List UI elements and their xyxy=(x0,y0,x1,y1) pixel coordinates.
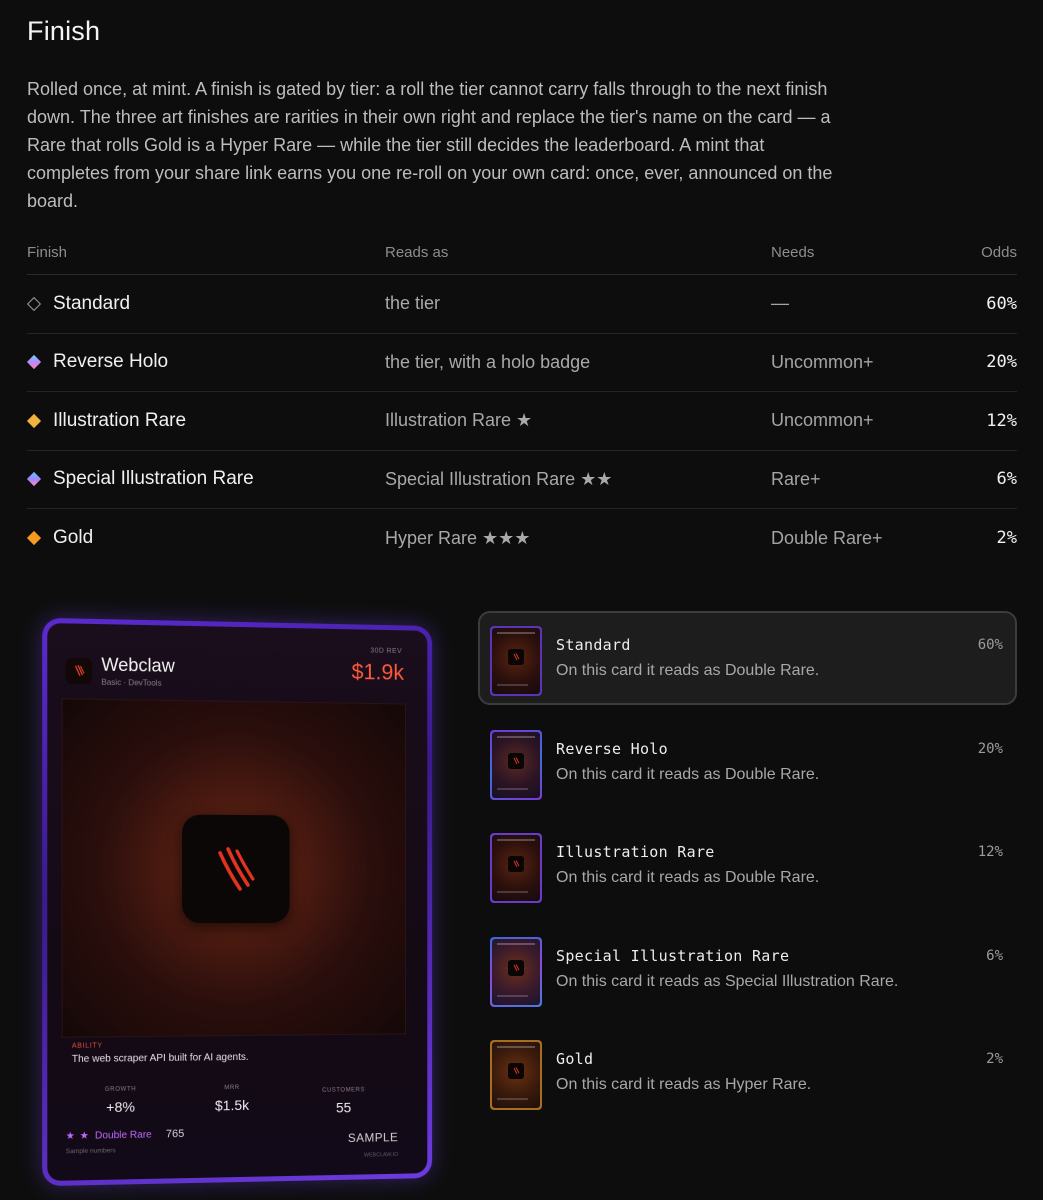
claw-icon xyxy=(508,1063,524,1080)
option-odds: 20% xyxy=(977,740,1003,757)
header-needs: Needs xyxy=(771,243,815,261)
card-revenue: $1.9k xyxy=(351,659,405,685)
table-row: Illustration Rare Illustration Rare ★ Un… xyxy=(26,392,1017,451)
row-finish-name: Gold xyxy=(53,527,94,549)
finish-option-gold[interactable]: Gold On this card it reads as Hyper Rare… xyxy=(478,1025,1017,1119)
diamond-orange-icon xyxy=(26,531,42,546)
claw-icon xyxy=(182,814,290,923)
row-odds: 6% xyxy=(996,469,1017,490)
ability-text: The web scraper API built for AI agents. xyxy=(71,1051,249,1066)
card-thumbnail xyxy=(490,729,542,800)
row-finish-name: Special Illustration Rare xyxy=(53,468,254,490)
option-description: On this card it reads as Double Rare. xyxy=(556,765,820,783)
claw-icon xyxy=(65,657,93,685)
option-name: Special Illustration Rare xyxy=(556,946,790,965)
card-code: WEBCLAW.IO xyxy=(363,1151,399,1159)
card-preview: Webclaw Basic · DevTools 30D REV $1.9k A… xyxy=(42,617,433,1187)
finish-option-standard[interactable]: Standard On this card it reads as Double… xyxy=(478,611,1017,705)
stat-label: MRR xyxy=(224,1085,240,1092)
option-name: Standard xyxy=(556,636,631,654)
finish-option-illustration-rare[interactable]: Illustration Rare On this card it reads … xyxy=(478,818,1017,912)
row-odds: 60% xyxy=(986,293,1017,314)
row-needs: Uncommon+ xyxy=(771,410,874,431)
card-serial: 765 xyxy=(165,1127,185,1141)
option-odds: 6% xyxy=(986,947,1003,964)
option-description: On this card it reads as Special Illustr… xyxy=(556,972,899,990)
stat-growth: GROWTH +8% xyxy=(80,1086,161,1115)
table-row: Reverse Holo the tier, with a holo badge… xyxy=(26,334,1017,392)
card-thumbnail xyxy=(490,833,542,903)
sample-tag: SAMPLE xyxy=(347,1130,399,1146)
section-title: Finish xyxy=(27,16,101,46)
stat-value: +8% xyxy=(106,1098,135,1116)
stat-label: GROWTH xyxy=(104,1086,137,1093)
finish-table: Finish Reads as Needs Odds Standard the … xyxy=(26,236,1017,568)
row-reads-as: the tier, with a holo badge xyxy=(385,351,591,372)
card-frame: Webclaw Basic · DevTools 30D REV $1.9k A… xyxy=(42,617,433,1187)
table-header: Finish Reads as Needs Odds xyxy=(27,236,1017,275)
row-needs: Double Rare+ xyxy=(771,527,883,548)
row-reads-as: Hyper Rare ★★★ xyxy=(385,527,531,548)
finish-option-special-illustration-rare[interactable]: Special Illustration Rare On this card i… xyxy=(478,922,1017,1016)
row-odds: 20% xyxy=(986,352,1017,373)
claw-icon xyxy=(508,856,524,873)
diamond-holo-icon xyxy=(26,355,42,370)
finish-option-reverse-holo[interactable]: Reverse Holo On this card it reads as Do… xyxy=(478,715,1017,809)
diamond-yellow-icon xyxy=(26,413,42,428)
option-name: Gold xyxy=(556,1050,594,1068)
card-thumbnail xyxy=(490,626,542,696)
stat-label: CUSTOMERS xyxy=(322,1087,365,1094)
stat-value: $1.5k xyxy=(214,1096,250,1114)
option-name: Illustration Rare xyxy=(556,843,715,861)
ability-label: ABILITY xyxy=(71,1042,103,1050)
section-description: Rolled once, at mint. A finish is gated … xyxy=(27,79,833,211)
stat-mrr: MRR $1.5k xyxy=(192,1085,272,1114)
row-reads-as: the tier xyxy=(385,293,441,314)
stat-customers: CUSTOMERS 55 xyxy=(304,1087,382,1116)
header-odds: Odds xyxy=(981,243,1017,261)
table-row: Special Illustration Rare Special Illust… xyxy=(26,451,1017,509)
rarity-row: ★ ★ Double Rare 765 xyxy=(66,1128,185,1142)
card-rev-label: 30D REV xyxy=(370,647,403,656)
card-thumbnail xyxy=(490,936,542,1007)
row-needs: Uncommon+ xyxy=(771,351,874,372)
card-art xyxy=(61,698,406,1038)
row-odds: 2% xyxy=(996,528,1017,549)
option-description: On this card it reads as Double Rare. xyxy=(556,662,820,679)
table-row: Gold Hyper Rare ★★★ Double Rare+ 2% xyxy=(26,509,1017,568)
option-odds: 12% xyxy=(977,844,1003,860)
row-needs: — xyxy=(771,293,789,314)
claw-icon xyxy=(508,752,524,769)
row-finish-name: Standard xyxy=(53,292,131,314)
rarity-label: Double Rare xyxy=(94,1128,152,1142)
claw-icon xyxy=(508,649,524,666)
option-odds: 2% xyxy=(986,1051,1003,1067)
header-finish: Finish xyxy=(27,243,68,261)
star-icon: ★ ★ xyxy=(65,1130,90,1142)
card-name: Webclaw xyxy=(101,654,175,676)
claw-icon xyxy=(508,959,524,976)
diamond-outline-icon xyxy=(26,296,42,311)
card-thumbnail xyxy=(490,1040,542,1110)
option-description: On this card it reads as Hyper Rare. xyxy=(556,1076,812,1093)
card-category: Basic · DevTools xyxy=(101,677,162,688)
row-finish-name: Illustration Rare xyxy=(53,409,187,431)
stat-value: 55 xyxy=(335,1099,352,1116)
row-odds: 12% xyxy=(986,410,1017,431)
sample-note: Sample numbers xyxy=(65,1147,116,1156)
diamond-holo-icon xyxy=(26,472,42,487)
option-odds: 60% xyxy=(977,637,1003,653)
option-description: On this card it reads as Double Rare. xyxy=(556,869,820,886)
header-reads-as: Reads as xyxy=(385,243,449,261)
row-reads-as: Special Illustration Rare ★★ xyxy=(385,468,613,489)
finish-options: Standard On this card it reads as Double… xyxy=(478,611,1017,1129)
row-reads-as: Illustration Rare ★ xyxy=(385,410,533,431)
option-name: Reverse Holo xyxy=(556,739,668,758)
row-finish-name: Reverse Holo xyxy=(53,351,169,373)
table-row: Standard the tier — 60% xyxy=(26,275,1017,334)
row-needs: Rare+ xyxy=(771,468,821,489)
